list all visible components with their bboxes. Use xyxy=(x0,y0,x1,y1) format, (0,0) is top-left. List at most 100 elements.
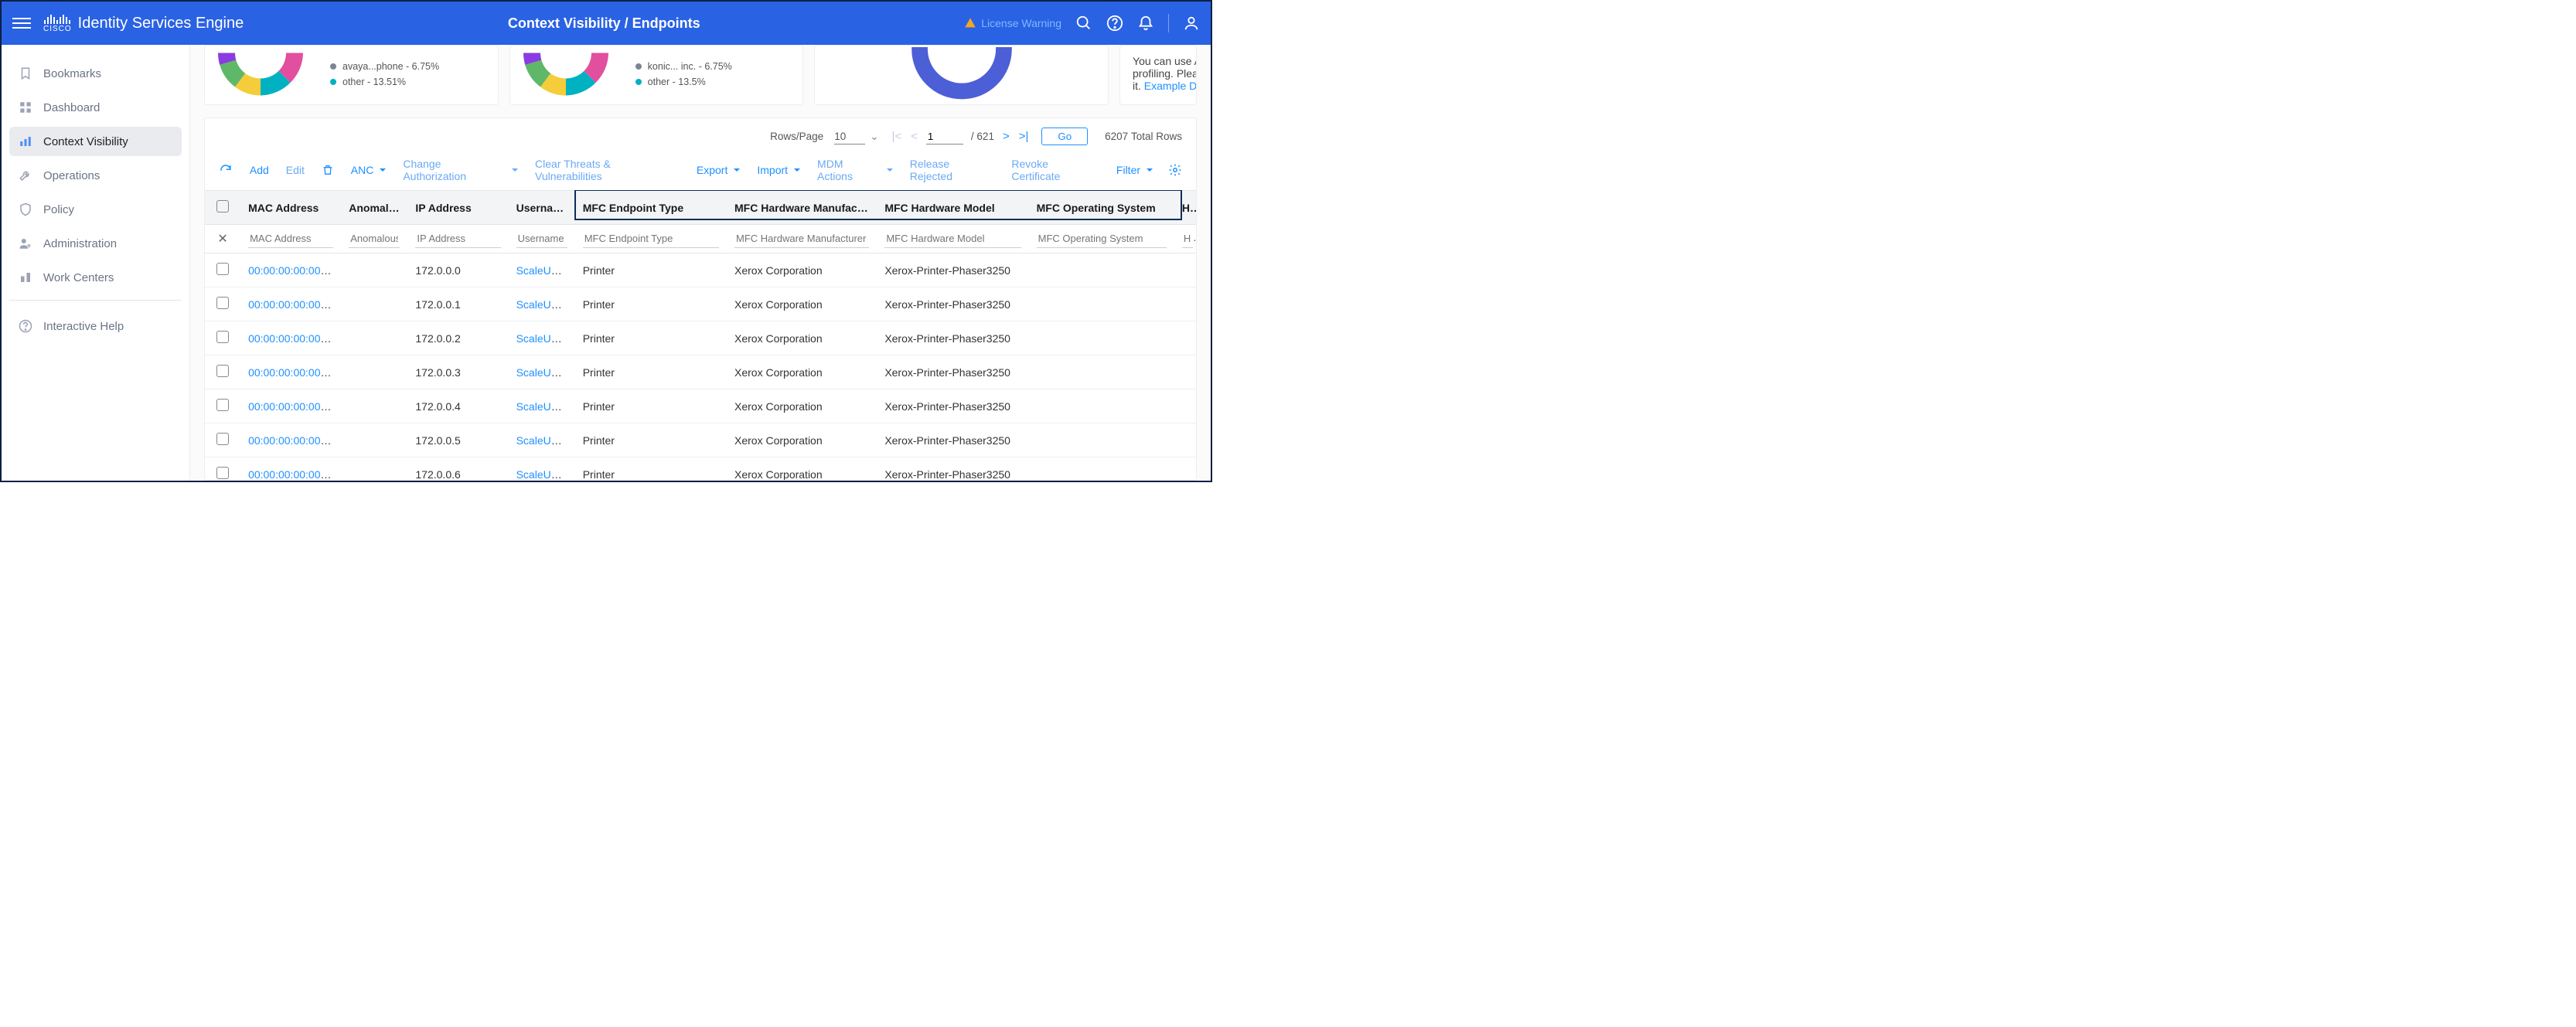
rows-per-page-value[interactable]: 10 xyxy=(834,129,865,145)
help-icon[interactable] xyxy=(1106,15,1123,32)
filter-anomalous[interactable] xyxy=(349,230,400,248)
cell-mfc-mfr: Xerox Corporation xyxy=(727,389,877,423)
row-checkbox[interactable] xyxy=(216,433,229,445)
sidebar-item-context-visibility[interactable]: Context Visibility xyxy=(9,127,182,156)
cell-anomalous xyxy=(341,287,407,321)
import-menu[interactable]: Import xyxy=(757,164,800,176)
clear-threats-button[interactable]: Clear Threats & Vulnerabilities xyxy=(535,158,680,182)
user-link[interactable]: ScaleUser1... xyxy=(516,264,575,277)
page-input[interactable] xyxy=(926,129,963,145)
col-mfc-endpoint-type[interactable]: MFC Endpoint Type xyxy=(575,191,727,225)
row-checkbox[interactable] xyxy=(216,263,229,275)
rows-per-page-label: Rows/Page xyxy=(770,131,823,142)
sidebar-item-policy[interactable]: Policy xyxy=(9,195,182,224)
select-all-checkbox[interactable] xyxy=(216,200,229,213)
col-mfc-os[interactable]: MFC Operating System xyxy=(1029,191,1174,225)
revoke-cert-button[interactable]: Revoke Certificate xyxy=(1011,158,1099,182)
col-ip[interactable]: IP Address xyxy=(407,191,508,225)
release-rejected-button[interactable]: Release Rejected xyxy=(910,158,995,182)
trash-icon[interactable] xyxy=(322,164,334,176)
mac-link[interactable]: 00:00:00:00:00:04 xyxy=(248,400,336,413)
license-warning[interactable]: License Warning xyxy=(964,17,1061,29)
prev-page-button[interactable]: < xyxy=(910,130,918,143)
chevron-down-icon[interactable]: ⌄ xyxy=(870,131,878,143)
user-link[interactable]: ScaleUser2... xyxy=(516,366,575,379)
row-checkbox[interactable] xyxy=(216,399,229,411)
filter-menu[interactable]: Filter xyxy=(1116,164,1153,176)
user-link[interactable]: ScaleUser2... xyxy=(516,298,575,311)
user-link[interactable]: ScaleUser1... xyxy=(516,332,575,345)
breadcrumb: Context Visibility / Endpoints xyxy=(244,15,964,32)
row-checkbox[interactable] xyxy=(216,365,229,377)
refresh-icon[interactable] xyxy=(219,163,233,177)
menu-icon[interactable] xyxy=(12,14,31,32)
table-row[interactable]: 00:00:00:00:00:04 172.0.0.4 ScaleUser5 P… xyxy=(205,389,1196,423)
mac-link[interactable]: 00:00:00:00:00:03 xyxy=(248,366,336,379)
anc-menu[interactable]: ANC xyxy=(351,164,387,176)
user-link[interactable]: ScaleUser5 xyxy=(516,400,572,413)
cell-more xyxy=(1174,287,1196,321)
cell-more xyxy=(1174,253,1196,287)
sidebar: Bookmarks Dashboard Context Visibility O… xyxy=(2,45,190,481)
row-checkbox[interactable] xyxy=(216,297,229,309)
table-row[interactable]: 00:00:00:00:00:01 172.0.0.1 ScaleUser2..… xyxy=(205,287,1196,321)
table-row[interactable]: 00:00:00:00:00:02 172.0.0.2 ScaleUser1..… xyxy=(205,321,1196,355)
col-more[interactable]: H xyxy=(1174,191,1196,225)
donut-chart-2 xyxy=(520,49,612,99)
export-menu[interactable]: Export xyxy=(697,164,740,176)
last-page-button[interactable]: >| xyxy=(1018,130,1030,143)
table-row[interactable]: 00:00:00:00:00:05 172.0.0.5 ScaleUser1..… xyxy=(205,423,1196,457)
filter-mac[interactable] xyxy=(248,230,333,248)
sidebar-item-bookmarks[interactable]: Bookmarks xyxy=(9,59,182,88)
filter-mfc-model[interactable] xyxy=(884,230,1021,248)
table-row[interactable]: 00:00:00:00:00:06 172.0.0.6 ScaleUser2..… xyxy=(205,457,1196,481)
row-checkbox[interactable] xyxy=(216,467,229,479)
gear-icon[interactable] xyxy=(1168,163,1182,177)
go-button[interactable]: Go xyxy=(1041,128,1088,145)
col-mfc-hw-model[interactable]: MFC Hardware Model xyxy=(877,191,1028,225)
search-icon[interactable] xyxy=(1075,15,1092,32)
col-mfc-hw-manufacturer[interactable]: MFC Hardware Manufact... xyxy=(727,191,877,225)
mdm-actions-menu[interactable]: MDM Actions xyxy=(817,158,893,182)
sidebar-item-operations[interactable]: Operations xyxy=(9,161,182,190)
cell-ip: 172.0.0.3 xyxy=(407,355,508,389)
col-mac[interactable]: MAC Address xyxy=(240,191,341,225)
cell-more xyxy=(1174,389,1196,423)
row-checkbox[interactable] xyxy=(216,331,229,343)
notification-icon[interactable] xyxy=(1137,15,1154,32)
mac-link[interactable]: 00:00:00:00:00:00 xyxy=(248,264,336,277)
filter-mfc-os[interactable] xyxy=(1037,230,1167,248)
mac-link[interactable]: 00:00:00:00:00:02 xyxy=(248,332,336,345)
col-anomalous[interactable]: Anomalo... xyxy=(341,191,407,225)
mac-link[interactable]: 00:00:00:00:00:05 xyxy=(248,434,336,447)
first-page-button[interactable]: |< xyxy=(891,130,903,143)
filter-more[interactable] xyxy=(1182,230,1193,248)
sidebar-item-help[interactable]: Interactive Help xyxy=(9,311,182,341)
filter-username[interactable] xyxy=(516,230,567,248)
sidebar-item-label: Bookmarks xyxy=(43,67,101,80)
mac-link[interactable]: 00:00:00:00:00:06 xyxy=(248,468,336,481)
edit-button[interactable]: Edit xyxy=(286,164,305,176)
change-auth-menu[interactable]: Change Authorization xyxy=(403,158,518,182)
sidebar-item-dashboard[interactable]: Dashboard xyxy=(9,93,182,122)
filter-ip[interactable] xyxy=(415,230,500,248)
next-page-button[interactable]: > xyxy=(1002,130,1010,143)
user-icon[interactable] xyxy=(1183,15,1200,32)
clear-filters-icon[interactable]: ✕ xyxy=(217,233,227,246)
example-link[interactable]: Example Da xyxy=(1144,80,1197,92)
sidebar-item-work-centers[interactable]: Work Centers xyxy=(9,263,182,292)
admin-icon xyxy=(19,236,32,250)
add-button[interactable]: Add xyxy=(250,164,269,176)
sidebar-item-administration[interactable]: Administration xyxy=(9,229,182,258)
user-link[interactable]: ScaleUser2... xyxy=(516,468,575,481)
sidebar-item-label: Administration xyxy=(43,237,117,250)
mac-link[interactable]: 00:00:00:00:00:01 xyxy=(248,298,336,311)
cell-mfc-model: Xerox-Printer-Phaser3250 xyxy=(877,287,1028,321)
sidebar-divider xyxy=(9,300,182,301)
table-row[interactable]: 00:00:00:00:00:00 172.0.0.0 ScaleUser1..… xyxy=(205,253,1196,287)
user-link[interactable]: ScaleUser1... xyxy=(516,434,575,447)
col-username[interactable]: Username xyxy=(509,191,575,225)
filter-mfc-mfr[interactable] xyxy=(734,230,869,248)
table-row[interactable]: 00:00:00:00:00:03 172.0.0.3 ScaleUser2..… xyxy=(205,355,1196,389)
filter-mfc-type[interactable] xyxy=(583,230,719,248)
